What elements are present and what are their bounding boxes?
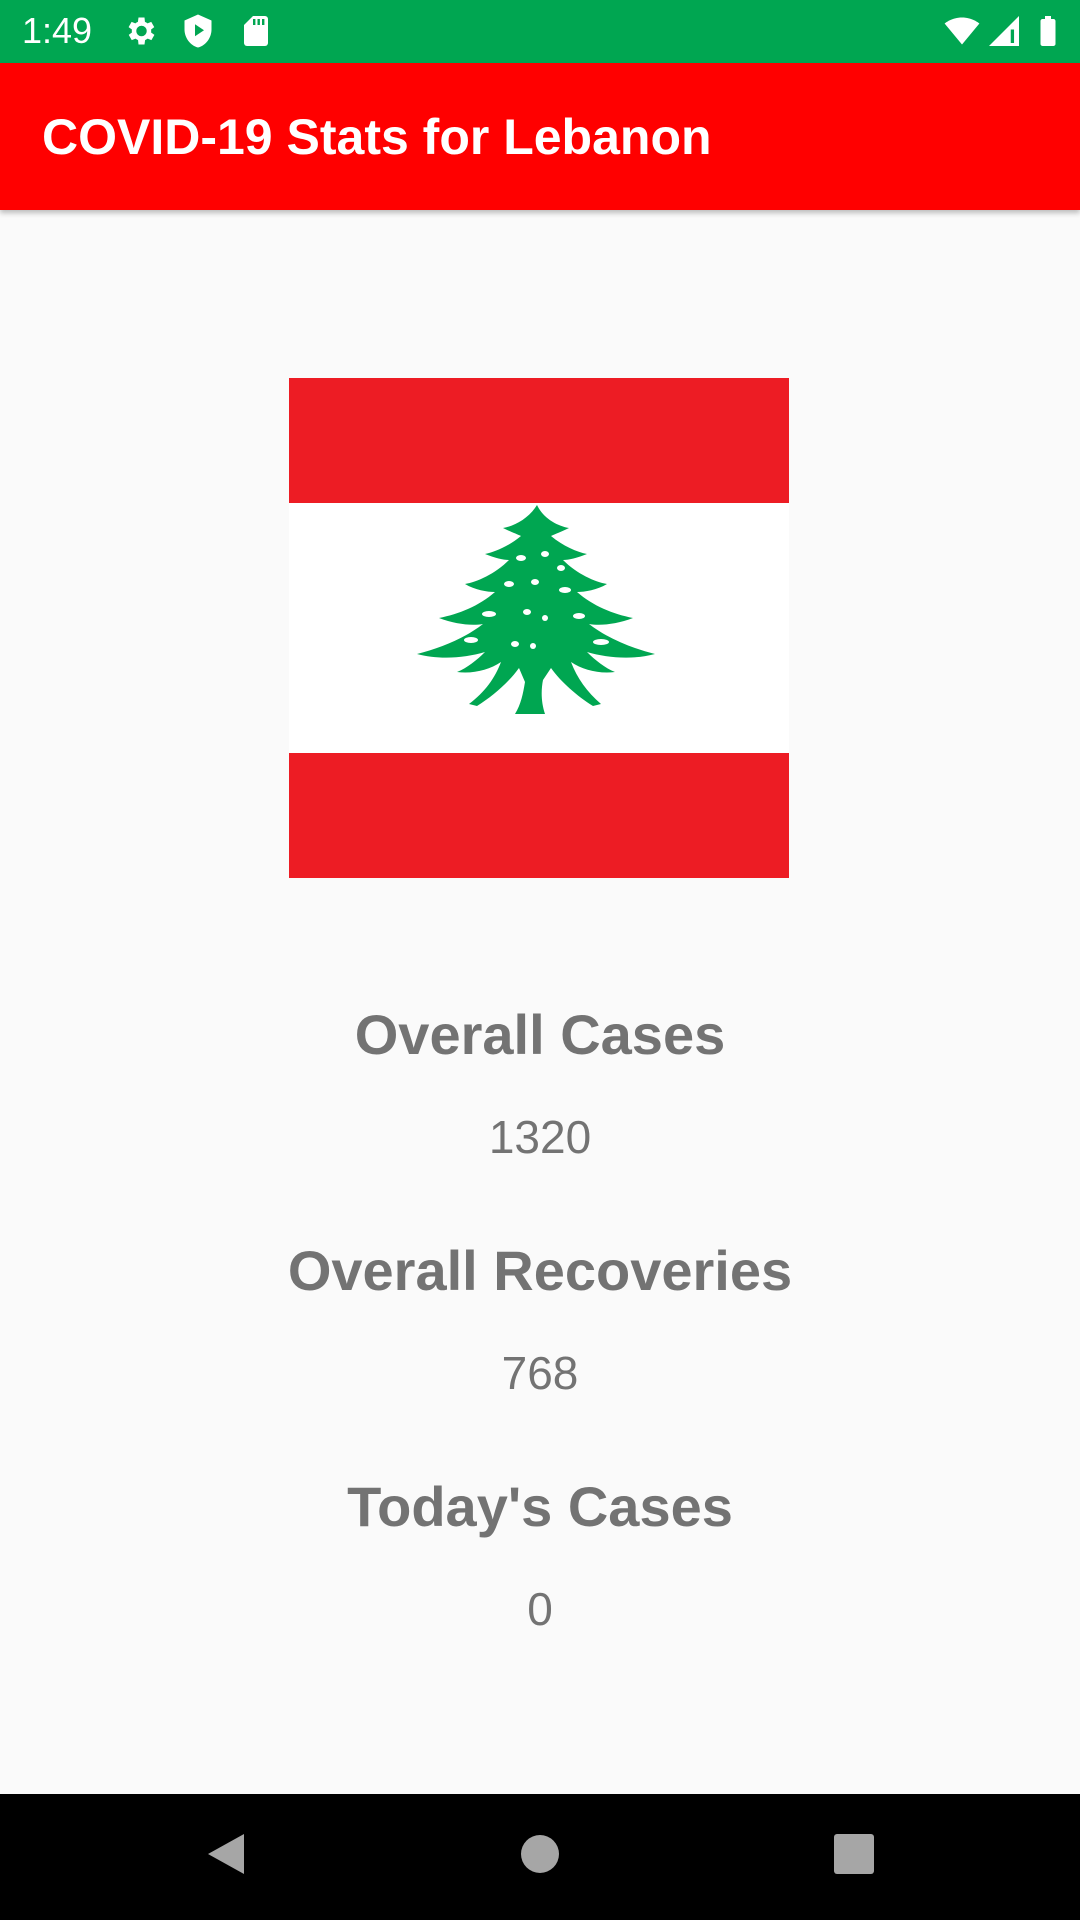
overall-recoveries-label: Overall Recoveries: [287, 1239, 793, 1302]
lebanon-flag-image: [289, 378, 789, 878]
overall-recoveries-value: 768: [501, 1347, 579, 1399]
app-bar: COVID-19 Stats for Lebanon: [0, 63, 1080, 210]
app-title: COVID-19 Stats for Lebanon: [42, 109, 712, 165]
cell-signal-icon: [989, 16, 1019, 46]
wifi-icon: [944, 17, 980, 45]
recents-icon[interactable]: [830, 1830, 878, 1878]
overall-cases-label: Overall Cases: [354, 1003, 726, 1066]
status-bar: 1:49: [0, 0, 1080, 63]
settings-icon: [128, 17, 155, 45]
battery-icon: [1040, 16, 1056, 46]
back-icon[interactable]: [202, 1830, 250, 1878]
sd-card-icon: [244, 16, 268, 46]
shield-play-icon: [184, 14, 212, 48]
overall-cases-value: 1320: [488, 1111, 592, 1163]
home-icon[interactable]: [516, 1830, 564, 1878]
todays-cases-label: Today's Cases: [347, 1475, 733, 1538]
status-time: 1:49: [22, 10, 93, 51]
todays-cases-value: 0: [527, 1583, 553, 1635]
navigation-bar: [0, 1794, 1080, 1920]
